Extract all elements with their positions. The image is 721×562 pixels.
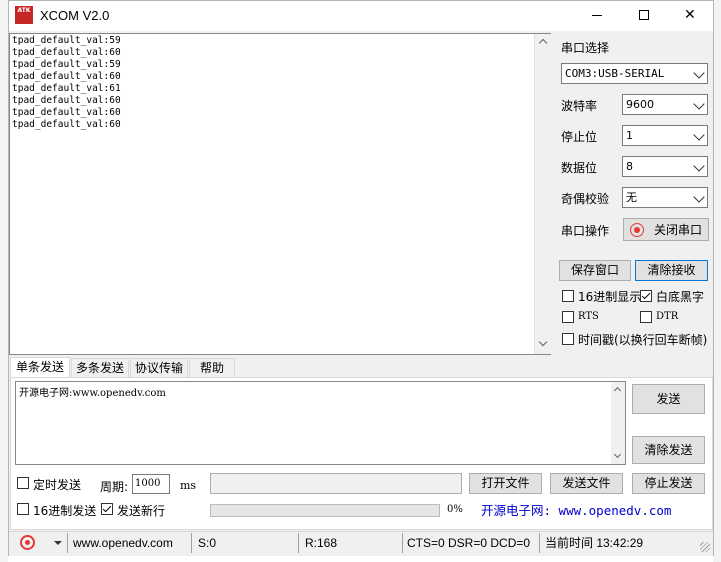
parity-label: 奇偶校验 bbox=[561, 192, 610, 206]
chevron-down-icon bbox=[693, 98, 705, 110]
send-newline-checkbox[interactable] bbox=[101, 503, 113, 515]
scroll-down-icon[interactable] bbox=[613, 450, 622, 459]
status-time: 当前时间 13:42:29 bbox=[545, 536, 644, 550]
port-label: 串口选择 bbox=[561, 41, 610, 55]
status-signals: CTS=0 DSR=0 DCD=0 bbox=[407, 536, 531, 550]
status-divider bbox=[191, 533, 192, 553]
period-input[interactable]: 1000 bbox=[132, 474, 170, 494]
baud-label: 波特率 bbox=[561, 99, 598, 113]
timestamp-checkbox[interactable] bbox=[562, 333, 574, 345]
background-window-edge-right bbox=[713, 0, 721, 562]
receive-line: tpad_default_val:59 bbox=[12, 35, 121, 46]
rts-label: RTS bbox=[578, 311, 599, 322]
window-title: XCOM V2.0 bbox=[40, 8, 110, 23]
status-divider bbox=[298, 533, 299, 553]
databits-select[interactable]: 8 bbox=[622, 156, 708, 177]
databits-label: 数据位 bbox=[561, 161, 598, 175]
status-divider bbox=[402, 533, 403, 553]
chevron-down-icon bbox=[693, 67, 705, 79]
close-button[interactable]: ✕ bbox=[667, 1, 713, 30]
period-unit: ms bbox=[180, 479, 197, 492]
scroll-up-icon[interactable] bbox=[613, 386, 622, 395]
send-textarea[interactable]: 开源电子网:www.openedv.com bbox=[15, 381, 626, 465]
clear-receive-button[interactable]: 清除接收 bbox=[635, 260, 708, 281]
file-path-input[interactable] bbox=[210, 473, 462, 494]
banner-link[interactable]: 开源电子网: www.openedv.com bbox=[481, 500, 671, 519]
minimize-button[interactable] bbox=[575, 1, 621, 30]
scroll-up-icon[interactable] bbox=[538, 38, 548, 48]
send-button[interactable]: 发送 bbox=[632, 384, 705, 414]
timed-send-checkbox[interactable] bbox=[17, 477, 29, 489]
stopbits-select[interactable]: 1 bbox=[622, 125, 708, 146]
app-logo: ATK bbox=[15, 6, 33, 24]
save-window-button[interactable]: 保存窗口 bbox=[559, 260, 631, 281]
tab-help[interactable]: 帮助 bbox=[189, 358, 235, 377]
port-value: COM3:USB-SERIAL bbox=[565, 67, 665, 80]
white-black-label: 白底黑字 bbox=[656, 290, 705, 304]
tab-protocol[interactable]: 协议传输 bbox=[130, 358, 188, 377]
record-status-icon[interactable] bbox=[20, 535, 35, 550]
parity-value: 无 bbox=[626, 191, 637, 204]
receive-textarea[interactable]: tpad_default_val:59 tpad_default_val:60 tp… bbox=[9, 33, 551, 355]
hex-send-checkbox[interactable] bbox=[17, 503, 29, 515]
port-op-label: 串口操作 bbox=[561, 224, 610, 238]
stopbits-label: 停止位 bbox=[561, 130, 598, 144]
send-scrollbar[interactable] bbox=[611, 382, 625, 464]
timestamp-label: 时间戳(以换行回车断帧) bbox=[578, 333, 708, 347]
status-received: R:168 bbox=[305, 536, 338, 550]
receive-line: tpad_default_val:60 bbox=[12, 47, 121, 58]
send-progress-bar bbox=[210, 504, 440, 517]
timed-send-label: 定时发送 bbox=[33, 478, 82, 492]
port-select[interactable]: COM3:USB-SERIAL bbox=[561, 63, 708, 84]
close-icon: ✕ bbox=[684, 7, 696, 23]
receive-line: tpad_default_val:60 bbox=[12, 95, 121, 106]
period-label: 周期: bbox=[100, 480, 129, 494]
hex-display-label: 16进制显示 bbox=[578, 290, 642, 304]
send-file-button[interactable]: 发送文件 bbox=[550, 473, 623, 494]
background-window-edge bbox=[0, 0, 8, 562]
receive-line: tpad_default_val:60 bbox=[12, 119, 121, 130]
status-sent: S:0 bbox=[198, 536, 217, 550]
databits-value: 8 bbox=[626, 160, 633, 173]
chevron-down-icon bbox=[693, 191, 705, 203]
scroll-down-icon[interactable] bbox=[538, 337, 548, 347]
hex-send-label: 16进制发送 bbox=[33, 504, 97, 518]
close-port-button[interactable]: 关闭串口 bbox=[623, 218, 709, 241]
status-dropdown-icon[interactable] bbox=[54, 541, 62, 545]
dtr-checkbox[interactable] bbox=[640, 311, 652, 323]
parity-select[interactable]: 无 bbox=[622, 187, 708, 208]
status-website[interactable]: www.openedv.com bbox=[73, 531, 173, 556]
stop-send-button[interactable]: 停止发送 bbox=[632, 473, 705, 494]
hex-display-checkbox[interactable] bbox=[562, 290, 574, 302]
chevron-down-icon bbox=[693, 129, 705, 141]
baud-value: 9600 bbox=[626, 98, 654, 111]
send-text: 开源电子网:www.openedv.com bbox=[19, 388, 166, 399]
send-progress-percent: 0% bbox=[447, 504, 463, 515]
chevron-down-icon bbox=[693, 160, 705, 172]
maximize-button[interactable] bbox=[621, 1, 667, 30]
baud-select[interactable]: 9600 bbox=[622, 94, 708, 115]
white-black-checkbox[interactable] bbox=[640, 290, 652, 302]
status-divider bbox=[67, 533, 68, 553]
maximize-icon bbox=[639, 10, 649, 20]
tab-single-send[interactable]: 单条发送 bbox=[10, 357, 70, 378]
receive-line: tpad_default_val:61 bbox=[12, 83, 121, 94]
close-port-label: 关闭串口 bbox=[654, 223, 703, 237]
open-file-button[interactable]: 打开文件 bbox=[469, 473, 542, 494]
clear-send-button[interactable]: 清除发送 bbox=[632, 436, 705, 464]
dtr-label: DTR bbox=[656, 311, 679, 322]
receive-line: tpad_default_val:59 bbox=[12, 59, 121, 70]
send-newline-label: 发送新行 bbox=[117, 504, 166, 518]
resize-grip-icon[interactable] bbox=[700, 542, 710, 552]
tab-multi-send[interactable]: 多条发送 bbox=[71, 358, 129, 377]
receive-line: tpad_default_val:60 bbox=[12, 107, 121, 118]
status-divider bbox=[539, 533, 540, 553]
receive-text: tpad_default_val:59 tpad_default_val:60 tp… bbox=[12, 35, 121, 131]
stopbits-value: 1 bbox=[626, 129, 633, 142]
record-icon bbox=[630, 223, 644, 237]
rts-checkbox[interactable] bbox=[562, 311, 574, 323]
receive-line: tpad_default_val:60 bbox=[12, 71, 121, 82]
minimize-icon bbox=[592, 15, 602, 16]
receive-scrollbar[interactable] bbox=[534, 34, 551, 354]
